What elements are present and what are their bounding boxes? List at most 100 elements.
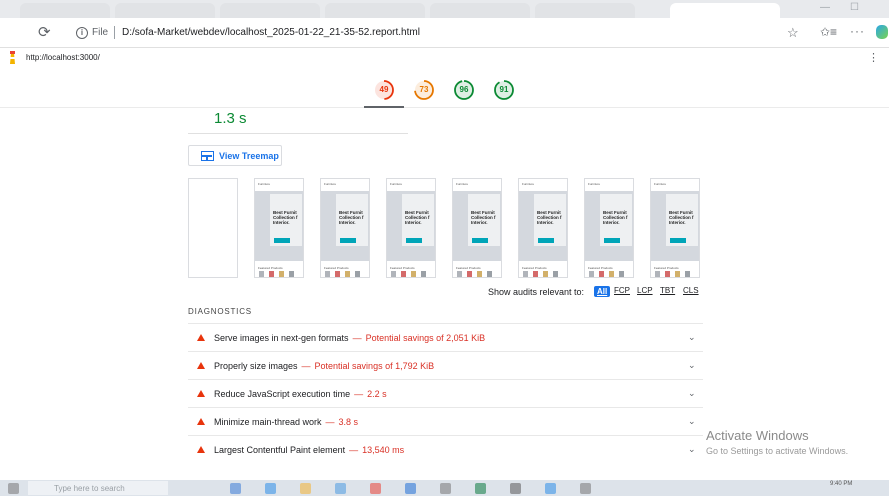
- audit-value: 13,540 ms: [362, 445, 405, 455]
- audit-row[interactable]: Minimize main-thread work —3.8 s ⌄: [188, 407, 703, 435]
- filter-all-button[interactable]: All: [594, 286, 611, 297]
- active-gauge-indicator: [364, 106, 404, 108]
- gauge-score: 49: [379, 85, 389, 94]
- reload-icon[interactable]: ⟳: [38, 23, 51, 41]
- filmstrip-product-thumb: [543, 271, 548, 277]
- filter-cls-button[interactable]: CLS: [683, 286, 699, 295]
- filmstrip-product-thumb: [279, 271, 284, 277]
- best-practices-gauge[interactable]: 96: [453, 79, 475, 101]
- tested-url[interactable]: http://localhost:3000/: [26, 53, 100, 62]
- filmstrip-cta: [274, 238, 290, 243]
- fail-triangle-icon: [197, 418, 205, 425]
- lighthouse-topbar: http://localhost:3000/ ⋮: [0, 48, 889, 68]
- filmstrip-cta: [340, 238, 356, 243]
- activate-windows-subtitle: Go to Settings to activate Windows.: [706, 446, 849, 456]
- browser-tab-active[interactable]: [670, 3, 780, 18]
- view-treemap-button[interactable]: View Treemap: [188, 145, 282, 166]
- app-icon[interactable]: [370, 483, 381, 494]
- lighthouse-logo-icon: [10, 51, 15, 64]
- browser-toolbar: ⟳ i File D:/sofa-Market/webdev/localhost…: [0, 18, 889, 48]
- filmstrip-product-thumb: [685, 271, 690, 277]
- fail-triangle-icon: [197, 362, 205, 369]
- chevron-down-icon[interactable]: ⌄: [688, 332, 696, 343]
- audit-row[interactable]: Largest Contentful Paint element —13,540 …: [188, 435, 703, 463]
- filmstrip-frame: Furniture Best Furnit Collection f Interi…: [518, 178, 568, 278]
- filmstrip-hero-title: Best Furnit Collection f Interior.: [471, 210, 496, 225]
- taskbar-search-box[interactable]: Type here to search: [28, 481, 168, 495]
- filmstrip-nav-text: Furniture: [324, 182, 337, 186]
- filmstrip-product-thumb: [665, 271, 670, 277]
- report-menu-icon[interactable]: ⋮: [868, 51, 879, 64]
- filmstrip-cta: [472, 238, 488, 243]
- filmstrip-product-thumb: [259, 271, 264, 277]
- browser-tab[interactable]: [220, 3, 320, 18]
- browser-tab[interactable]: [430, 3, 530, 18]
- browser-tab[interactable]: [325, 3, 425, 18]
- copilot-icon[interactable]: [876, 25, 888, 39]
- info-icon[interactable]: i: [76, 27, 88, 39]
- filmstrip-frame: [188, 178, 238, 278]
- audit-row[interactable]: Reduce JavaScript execution time —2.2 s ⌄: [188, 379, 703, 407]
- audit-filter-label: Show audits relevant to:: [488, 287, 585, 297]
- filter-lcp-button[interactable]: LCP: [637, 286, 653, 295]
- filmstrip-nav-text: Furniture: [522, 182, 535, 186]
- chevron-down-icon[interactable]: ⌄: [688, 444, 696, 455]
- app-icon[interactable]: [580, 483, 591, 494]
- audit-value: Potential savings of 1,792 KiB: [314, 361, 435, 371]
- divider: [188, 133, 408, 134]
- filmstrip-product-thumb: [609, 271, 614, 277]
- filmstrip-product-thumb: [487, 271, 492, 277]
- filmstrip-product-thumb: [477, 271, 482, 277]
- app-icon[interactable]: [475, 483, 486, 494]
- filmstrip-product-thumb: [391, 271, 396, 277]
- app-icon[interactable]: [440, 483, 451, 494]
- chevron-down-icon[interactable]: ⌄: [688, 388, 696, 399]
- address-bar[interactable]: i File D:/sofa-Market/webdev/localhost_2…: [62, 22, 814, 44]
- app-icon[interactable]: [335, 483, 346, 494]
- app-icon[interactable]: [405, 483, 416, 494]
- gauge-score: 91: [499, 85, 509, 94]
- filmstrip-frame: Furniture Best Furnit Collection f Interi…: [386, 178, 436, 278]
- app-icon[interactable]: [230, 483, 241, 494]
- accessibility-gauge[interactable]: 73: [413, 79, 435, 101]
- audit-row[interactable]: Serve images in next-gen formats — Potenti…: [188, 323, 703, 351]
- audit-value: 2.2 s: [367, 389, 387, 399]
- address-url[interactable]: D:/sofa-Market/webdev/localhost_2025-01-…: [122, 27, 420, 38]
- audit-row[interactable]: Properly size images — Potential savings o…: [188, 351, 703, 379]
- filmstrip-nav-text: Furniture: [588, 182, 601, 186]
- chevron-down-icon[interactable]: ⌄: [688, 416, 696, 427]
- performance-gauge[interactable]: 49: [373, 79, 395, 101]
- browser-tab[interactable]: [535, 3, 635, 18]
- filmstrip-product-thumb: [345, 271, 350, 277]
- address-separator: [114, 26, 115, 39]
- app-icon[interactable]: [510, 483, 521, 494]
- minimize-icon[interactable]: —: [820, 2, 830, 13]
- activate-windows-title: Activate Windows: [706, 428, 809, 443]
- seo-gauge[interactable]: 91: [493, 79, 515, 101]
- filmstrip-cta: [670, 238, 686, 243]
- taskbar-clock[interactable]: 9:40 PM: [830, 481, 852, 487]
- audit-title: Reduce JavaScript execution time —2.2 s: [214, 389, 387, 399]
- filmstrip-section-label: Featured Products: [522, 266, 547, 270]
- star-icon[interactable]: ☆: [787, 25, 799, 41]
- filmstrip: Furniture Best Furnit Collection f Interi…: [188, 178, 703, 278]
- filmstrip-section-label: Featured Products: [654, 266, 679, 270]
- filmstrip-hero-card: Best Furnit Collection f Interior.: [336, 194, 368, 246]
- filmstrip-hero-title: Best Furnit Collection f Interior.: [339, 210, 364, 225]
- score-gauges: 49 73 96 91: [0, 72, 889, 108]
- start-icon[interactable]: [8, 483, 19, 494]
- maximize-icon[interactable]: ☐: [850, 2, 859, 13]
- app-icon[interactable]: [300, 483, 311, 494]
- app-icon[interactable]: [545, 483, 556, 494]
- filmstrip-frame: Furniture Best Furnit Collection f Interi…: [584, 178, 634, 278]
- browser-tab[interactable]: [20, 3, 110, 18]
- browser-tab[interactable]: [115, 3, 215, 18]
- audit-value: 3.8 s: [338, 417, 359, 427]
- app-icon[interactable]: [265, 483, 276, 494]
- filmstrip-section-label: Featured Products: [456, 266, 481, 270]
- chevron-down-icon[interactable]: ⌄: [688, 360, 696, 371]
- favorites-icon[interactable]: ✩≡: [820, 25, 837, 39]
- filter-fcp-button[interactable]: FCP: [614, 286, 630, 295]
- filter-tbt-button[interactable]: TBT: [660, 286, 675, 295]
- more-options-icon[interactable]: ···: [850, 24, 865, 38]
